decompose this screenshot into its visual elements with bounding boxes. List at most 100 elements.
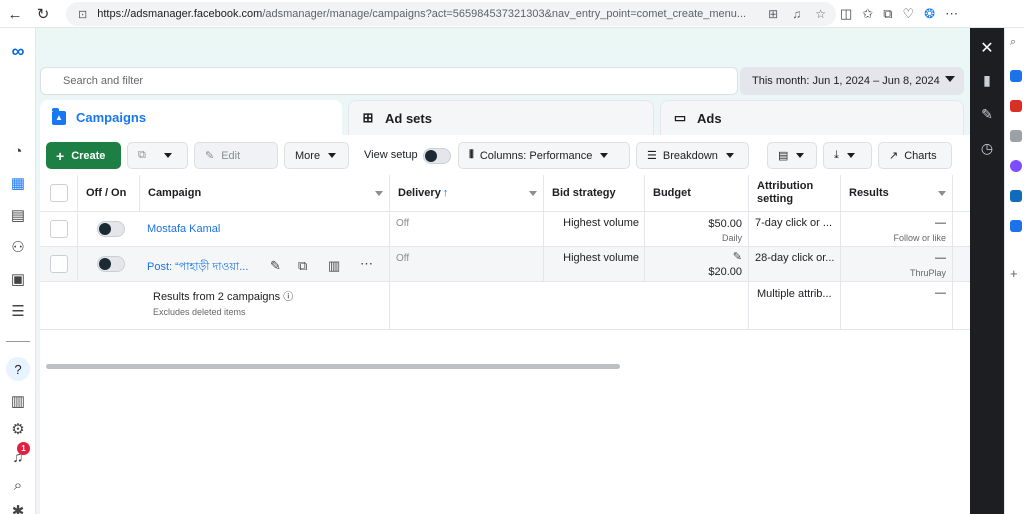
chevron-down-icon	[600, 153, 609, 158]
search-icon[interactable]: ⌕	[1010, 36, 1016, 49]
search-filter-input[interactable]: Search and filter	[40, 67, 738, 95]
pages-icon[interactable]: ▤	[3, 202, 33, 228]
address-bar[interactable]: ⊡ https://adsmanager.facebook.com/adsman…	[66, 2, 836, 26]
reports-button[interactable]: ▤	[767, 142, 817, 169]
header-budget[interactable]: Budget	[645, 175, 749, 212]
tab-campaigns[interactable]: ▲ Campaigns	[40, 100, 342, 135]
duplicate-icon[interactable]: ⧉	[298, 258, 307, 274]
charts-button[interactable]: ↗ Charts	[878, 142, 952, 169]
campaign-name-link[interactable]: Post: “পাহাড়ী দাওয়া...	[147, 261, 248, 273]
row2-toggle-cell	[78, 247, 140, 282]
ads-window-icon: ▭	[673, 110, 687, 125]
tab-ad-sets[interactable]: ⊞ Ad sets	[348, 100, 654, 135]
breakdown-icon: ☰	[647, 150, 657, 162]
meta-logo-icon[interactable]: ∞	[3, 38, 33, 64]
info-icon[interactable]: ⓘ	[283, 292, 293, 303]
row-checkbox[interactable]	[50, 220, 68, 238]
row2-attribution: 28-day click or...	[749, 247, 841, 282]
favorites-icon[interactable]: ✩	[862, 6, 873, 22]
help-icon[interactable]: ?	[6, 357, 30, 381]
read-aloud-icon[interactable]: ♫	[792, 7, 801, 21]
tab-ads[interactable]: ▭ Ads	[660, 100, 964, 135]
edit-pencil-icon[interactable]: ✎	[270, 258, 281, 274]
news-icon[interactable]: ▥	[3, 388, 33, 414]
results-type: Follow or like	[893, 233, 946, 243]
bug-report-icon[interactable]: ✱	[3, 498, 33, 514]
header-off-on[interactable]: Off / On	[78, 175, 140, 212]
summary-row: Results from 2 campaigns ⓘ Excludes dele…	[40, 282, 390, 330]
export-button[interactable]: ⤓	[823, 142, 872, 169]
billing-stack-icon[interactable]: ☰	[3, 298, 33, 324]
audiences-icon[interactable]: ⚇	[3, 234, 33, 260]
insights-bar-chart-icon[interactable]: ▮	[978, 72, 996, 89]
sort-caret-icon	[938, 191, 946, 196]
campaign-name-link[interactable]: Mostafa Kamal	[147, 223, 220, 235]
dashboard-gauge-icon[interactable]: ◔	[3, 138, 33, 164]
header-campaign[interactable]: Campaign	[140, 175, 390, 212]
outlook-extension-icon[interactable]	[1010, 190, 1022, 202]
chart-line-icon: ↗	[889, 150, 899, 162]
favorite-star-icon[interactable]: ☆	[815, 7, 826, 21]
row1-next-cell	[953, 212, 970, 247]
breakdown-button-label: Breakdown	[662, 149, 718, 162]
view-charts-icon[interactable]: ▥	[328, 258, 340, 274]
breakdown-button[interactable]: ☰ Breakdown	[636, 142, 749, 169]
results-value: —	[935, 217, 946, 229]
row1-delivery: Off	[390, 212, 544, 247]
table-row: Post: “পাহাড়ী দাওয়া... ✎ ⧉ ▥ ⋯	[140, 247, 390, 282]
duplicate-icon: ⧉	[138, 149, 146, 161]
copilot-icon[interactable]: ❂	[924, 6, 935, 22]
back-arrow-icon[interactable]: ←	[2, 1, 28, 27]
more-options-icon[interactable]: ⋯	[360, 256, 373, 272]
refresh-icon[interactable]: ↻	[30, 1, 56, 27]
history-clock-icon[interactable]: ◷	[978, 140, 996, 157]
send-extension-icon[interactable]	[1010, 220, 1022, 232]
date-range-picker[interactable]: This month: Jun 1, 2024 – Jun 8, 2024	[740, 67, 964, 95]
edit-budget-pencil-icon[interactable]: ✎	[645, 250, 742, 265]
header-bid-strategy[interactable]: Bid strategy	[544, 175, 645, 212]
delivery-status: Off	[396, 253, 410, 264]
edit-button[interactable]: ✎ Edit	[194, 142, 278, 169]
create-button[interactable]: + Create	[46, 142, 121, 169]
horizontal-scrollbar[interactable]	[46, 364, 620, 369]
header-delivery[interactable]: Delivery ↑	[390, 175, 544, 212]
row1-results: — Follow or like	[841, 212, 953, 247]
search-icon[interactable]: ⌕	[3, 472, 33, 498]
creative-hub-icon[interactable]: ▣	[3, 266, 33, 292]
summary-attribution: Multiple attrib...	[749, 282, 841, 330]
summary-spacer	[390, 282, 749, 330]
menu-dots-icon[interactable]: ⋯	[945, 6, 958, 22]
extensions-icon[interactable]: ♡	[903, 6, 915, 22]
campaigns-panel: + Create ⧉ ✎ Edit More View setup ⦀ Colu…	[40, 135, 970, 514]
close-icon[interactable]: ✕	[978, 38, 996, 58]
summary-results: —	[841, 282, 953, 330]
select-all-checkbox[interactable]	[50, 184, 68, 202]
row-checkbox[interactable]	[50, 255, 68, 273]
split-screen-icon[interactable]: ◫	[840, 6, 852, 22]
copilot-extension-icon[interactable]	[1010, 160, 1022, 172]
header-results[interactable]: Results	[841, 175, 953, 212]
briefcase-extension-icon[interactable]	[1010, 100, 1022, 112]
tag-extension-icon[interactable]	[1010, 70, 1022, 82]
settings-gear-icon[interactable]: ⚙	[3, 416, 33, 442]
collections-icon[interactable]: ⧉	[883, 6, 892, 22]
people-extension-icon[interactable]	[1010, 130, 1022, 142]
apps-icon[interactable]: ⊞	[768, 7, 778, 21]
duplicate-button[interactable]: ⧉	[127, 142, 188, 169]
row1-attribution: 7-day click or ...	[749, 212, 841, 247]
notifications-badge: 1	[17, 442, 30, 455]
more-button[interactable]: More	[284, 142, 349, 169]
columns-button[interactable]: ⦀ Columns: Performance	[458, 142, 630, 169]
add-extension-icon[interactable]: +	[1010, 266, 1018, 281]
campaign-on-off-toggle[interactable]	[97, 256, 125, 272]
summary-title: Results from 2 campaigns ⓘ	[153, 288, 389, 303]
chevron-down-icon	[945, 76, 955, 82]
edit-pencil-icon[interactable]: ✎	[978, 106, 996, 123]
header-attribution[interactable]: Attribution setting	[749, 175, 841, 212]
campaign-on-off-toggle[interactable]	[97, 221, 125, 237]
view-setup-toggle[interactable]	[423, 148, 451, 164]
campaigns-table-icon[interactable]: ▦	[3, 170, 33, 196]
header-delivery-label: Delivery	[398, 187, 441, 199]
site-info-icon[interactable]: ⊡	[78, 8, 87, 21]
chevron-down-icon	[796, 153, 805, 158]
